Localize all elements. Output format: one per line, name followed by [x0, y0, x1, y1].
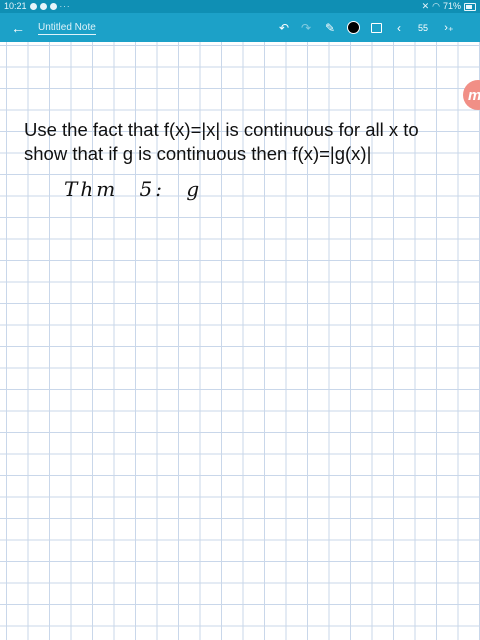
status-time: 10:21	[4, 1, 27, 11]
more-notifications-icon: ···	[59, 2, 71, 11]
pen-color-button[interactable]	[345, 13, 361, 42]
back-button[interactable]: ←	[8, 13, 28, 42]
note-text-line-2: show that if g is continuous then f(x)=|…	[24, 143, 372, 164]
undo-button[interactable]: ↶	[276, 13, 292, 42]
next-page-button[interactable]: ›₊	[440, 13, 458, 42]
color-swatch-icon	[346, 21, 360, 34]
note-text-line-1: Use the fact that f(x)=|x| is continuous…	[24, 119, 419, 140]
handwritten-thm: Thm	[64, 177, 119, 201]
badge-label: m	[468, 87, 480, 104]
redo-button[interactable]: ↷	[298, 13, 314, 42]
note-title[interactable]: Untitled Note	[38, 22, 96, 35]
handwritten-note: Thm 5: g	[64, 177, 214, 201]
pen-icon: ✎	[324, 20, 336, 35]
note-canvas[interactable]: Use the fact that f(x)=|x| is continuous…	[0, 42, 480, 640]
chevron-right-add-icon: ›₊	[444, 22, 454, 34]
previous-page-button[interactable]: ‹	[392, 13, 406, 42]
status-left: 10:21 ···	[4, 0, 71, 13]
insert-image-button[interactable]	[368, 13, 384, 42]
toolbar: ← Untitled Note ↶ ↷ ✎ ‹ 55 ›₊	[0, 13, 480, 42]
status-bar: 10:21 ··· ✕ ◠ 71%	[0, 0, 480, 13]
notification-icon-3	[49, 3, 57, 10]
pen-tool-button[interactable]: ✎	[322, 13, 338, 42]
page-number: 55	[417, 22, 428, 33]
battery-percent: 71%	[442, 1, 461, 11]
handwritten-g: g	[186, 177, 203, 201]
handwritten-number: 5:	[139, 177, 166, 201]
back-arrow-icon: ←	[11, 19, 25, 36]
notification-icon-2	[39, 3, 47, 10]
chevron-left-icon: ‹	[397, 20, 401, 35]
redo-icon: ↷	[300, 20, 312, 35]
undo-icon: ↶	[278, 20, 290, 35]
battery-icon	[464, 2, 476, 11]
notification-icon	[29, 3, 37, 10]
status-right: ✕ ◠ 71%	[422, 0, 476, 13]
image-icon	[370, 22, 382, 33]
wifi-icon: ◠	[432, 1, 440, 11]
mute-icon: ✕	[421, 1, 430, 11]
